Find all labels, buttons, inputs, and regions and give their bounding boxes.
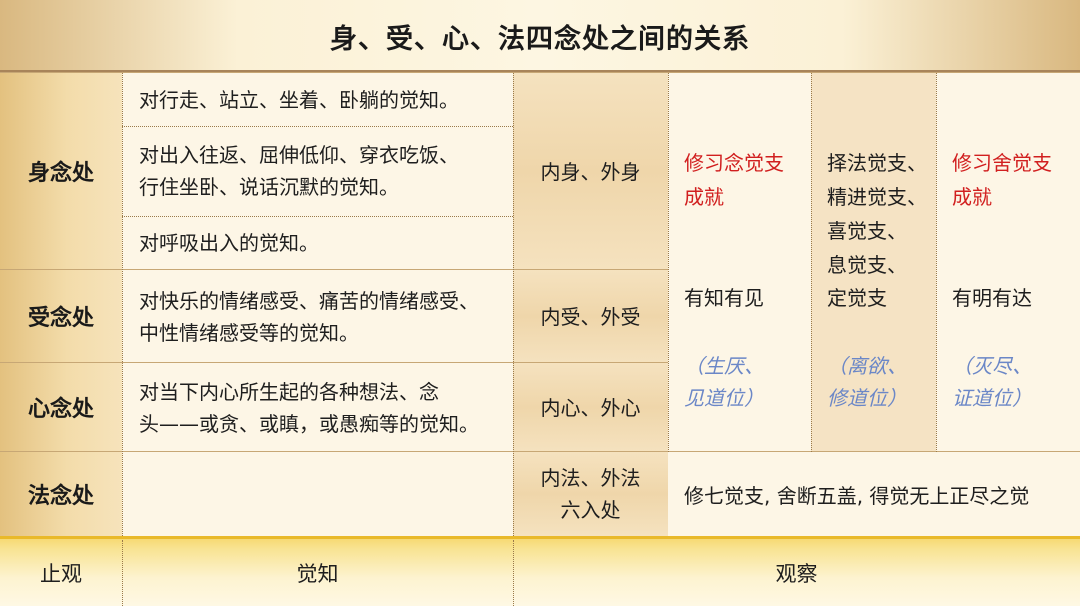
body-desc-breath: 对呼吸出入的觉知。 xyxy=(122,216,513,270)
divider xyxy=(0,362,668,363)
divider xyxy=(513,73,514,536)
footer-awareness: 觉知 xyxy=(296,562,339,586)
body-inner-outer: 内身、外身 xyxy=(513,73,668,270)
feeling-inner-outer: 内受、外受 xyxy=(513,270,668,363)
mind-inner-outer: 内心、外心 xyxy=(513,363,668,452)
factor1-stage-line1: （生厌、 xyxy=(684,354,764,378)
divider xyxy=(513,540,514,606)
row-label-body: 身念处 xyxy=(0,73,122,269)
factor3-stage-line1: （灭尽、 xyxy=(952,354,1032,378)
factor1-red-line1: 修习念觉支 xyxy=(684,151,784,175)
factor1-knowledge: 有知有见 xyxy=(684,286,764,310)
divider xyxy=(668,73,669,452)
footer-observation: 观察 xyxy=(775,562,818,586)
factor3-red-line1: 修习舍觉支 xyxy=(952,151,1052,175)
factor2-line5: 定觉支 xyxy=(827,286,887,310)
divider xyxy=(0,72,1080,73)
table-title: 身、受、心、法四念处之间的关系 xyxy=(0,0,1080,72)
dharma-desc xyxy=(122,452,513,536)
factor1-stage-line2: 见道位） xyxy=(684,386,764,410)
factor2-stage-line1: （离欲、 xyxy=(827,354,907,378)
feeling-desc: 对快乐的情绪感受、痛苦的情绪感受、 中性情绪感受等的觉知。 xyxy=(122,270,513,363)
row-label-dharma: 法念处 xyxy=(0,452,122,536)
factor2-stage-line2: 修道位） xyxy=(827,386,907,410)
factor2-line4: 息觉支、 xyxy=(827,253,907,277)
factor1-red-line2: 成就 xyxy=(684,185,724,209)
divider xyxy=(122,540,123,606)
factor2-line3: 喜觉支、 xyxy=(827,219,907,243)
divider xyxy=(0,269,668,270)
factor2-line1: 择法觉支、 xyxy=(827,151,927,175)
footer-calm-insight: 止观 xyxy=(40,562,82,586)
divider xyxy=(811,73,812,452)
body-desc-activities: 对出入往返、屈伸低仰、穿衣吃饭、 行住坐卧、说话沉默的觉知。 xyxy=(122,126,513,216)
factor3-stage-line2: 证道位） xyxy=(952,386,1032,410)
divider xyxy=(0,451,1080,452)
mind-desc: 对当下内心所生起的各种想法、念 头——或贪、或瞋，或愚痴等的觉知。 xyxy=(122,363,513,452)
dharma-inner-outer: 内法、外法 六入处 xyxy=(513,452,668,536)
row-label-feeling: 受念处 xyxy=(0,270,122,362)
divider xyxy=(122,73,123,536)
row-label-mind: 心念处 xyxy=(0,363,122,451)
factor2-line2: 精进觉支、 xyxy=(827,185,927,209)
footer-divider xyxy=(0,536,1080,539)
dharma-summary: 修七觉支, 舍断五盖, 得觉无上正尽之觉 xyxy=(668,452,1080,536)
factor3-knowledge: 有明有达 xyxy=(952,286,1032,310)
divider xyxy=(936,73,937,452)
factor3-red-line2: 成就 xyxy=(952,185,992,209)
body-desc-walking: 对行走、站立、坐着、卧躺的觉知。 xyxy=(122,73,513,126)
divider xyxy=(122,216,513,217)
divider xyxy=(122,126,513,127)
